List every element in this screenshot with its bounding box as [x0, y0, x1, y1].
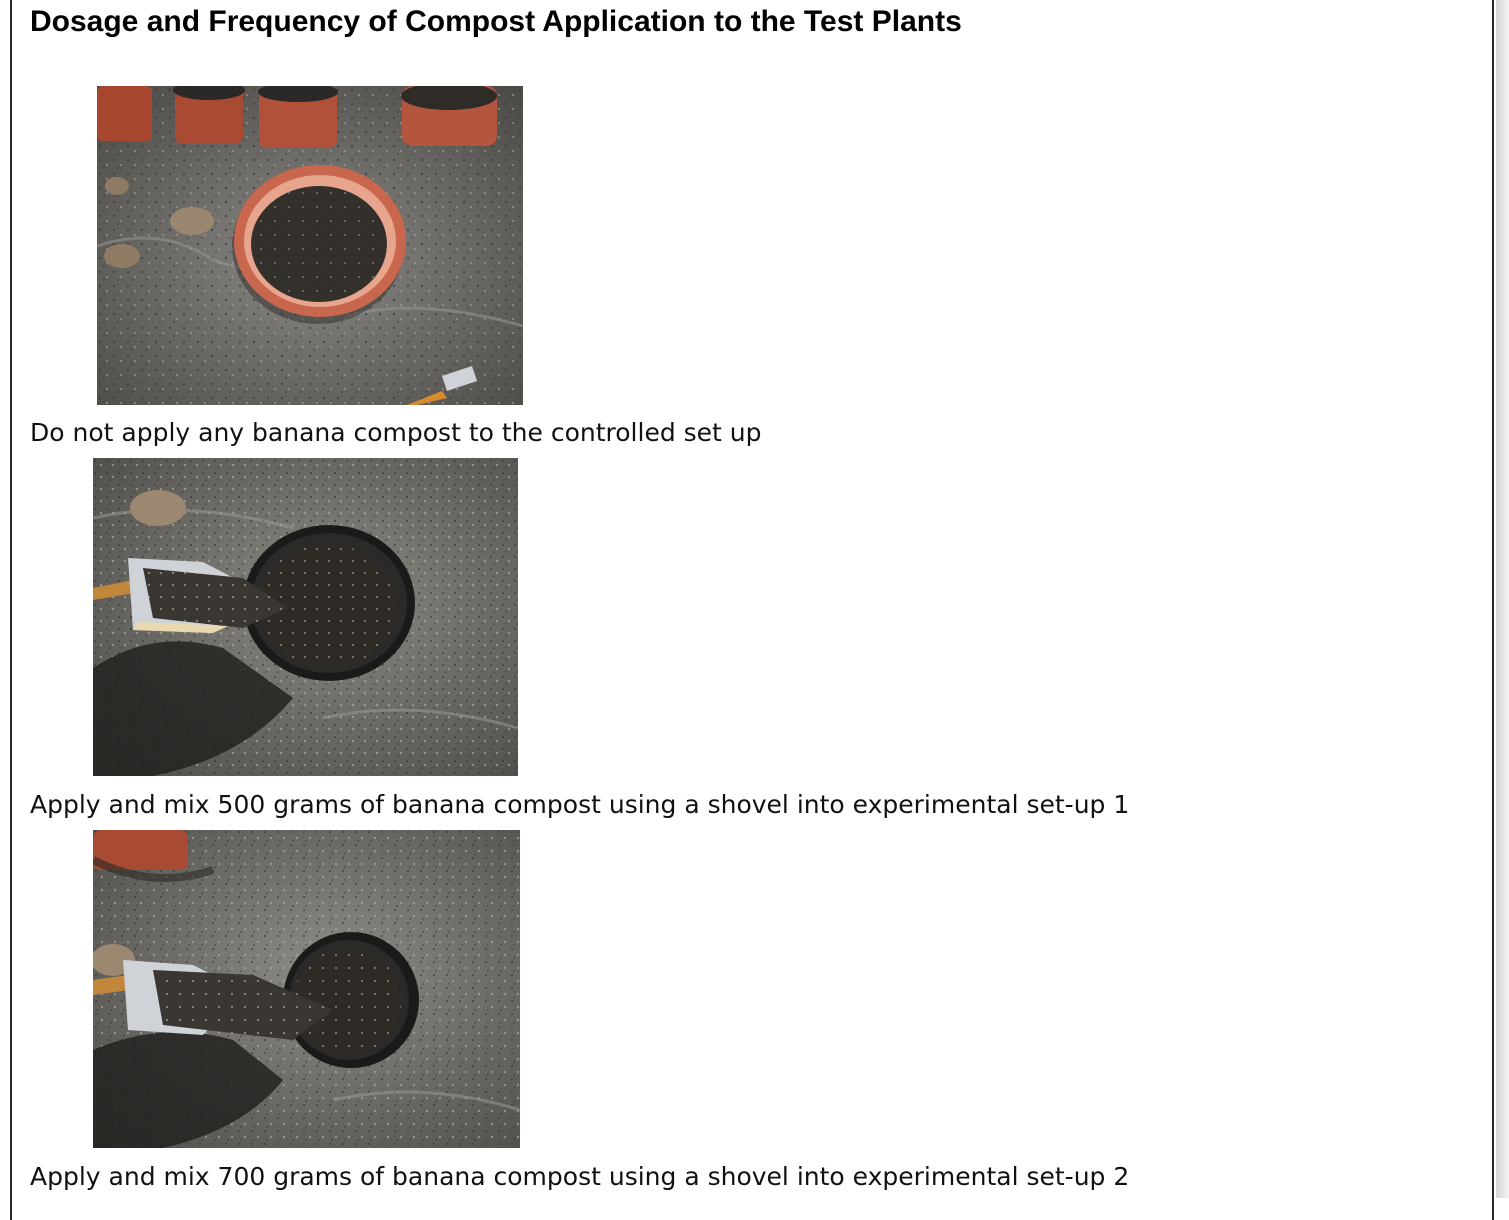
- photo-controlled-setup: [97, 86, 523, 405]
- step-caption-3: Apply and mix 700 grams of banana compos…: [30, 1162, 1130, 1191]
- photo-experimental-setup-1: [93, 458, 518, 776]
- step-caption-2: Apply and mix 500 grams of banana compos…: [30, 790, 1130, 819]
- document-title: Dosage and Frequency of Compost Applicat…: [30, 5, 962, 38]
- page-edge-shadow: [1496, 0, 1509, 1198]
- step-caption-1: Do not apply any banana compost to the c…: [30, 418, 762, 447]
- photo-experimental-setup-2: [93, 830, 520, 1148]
